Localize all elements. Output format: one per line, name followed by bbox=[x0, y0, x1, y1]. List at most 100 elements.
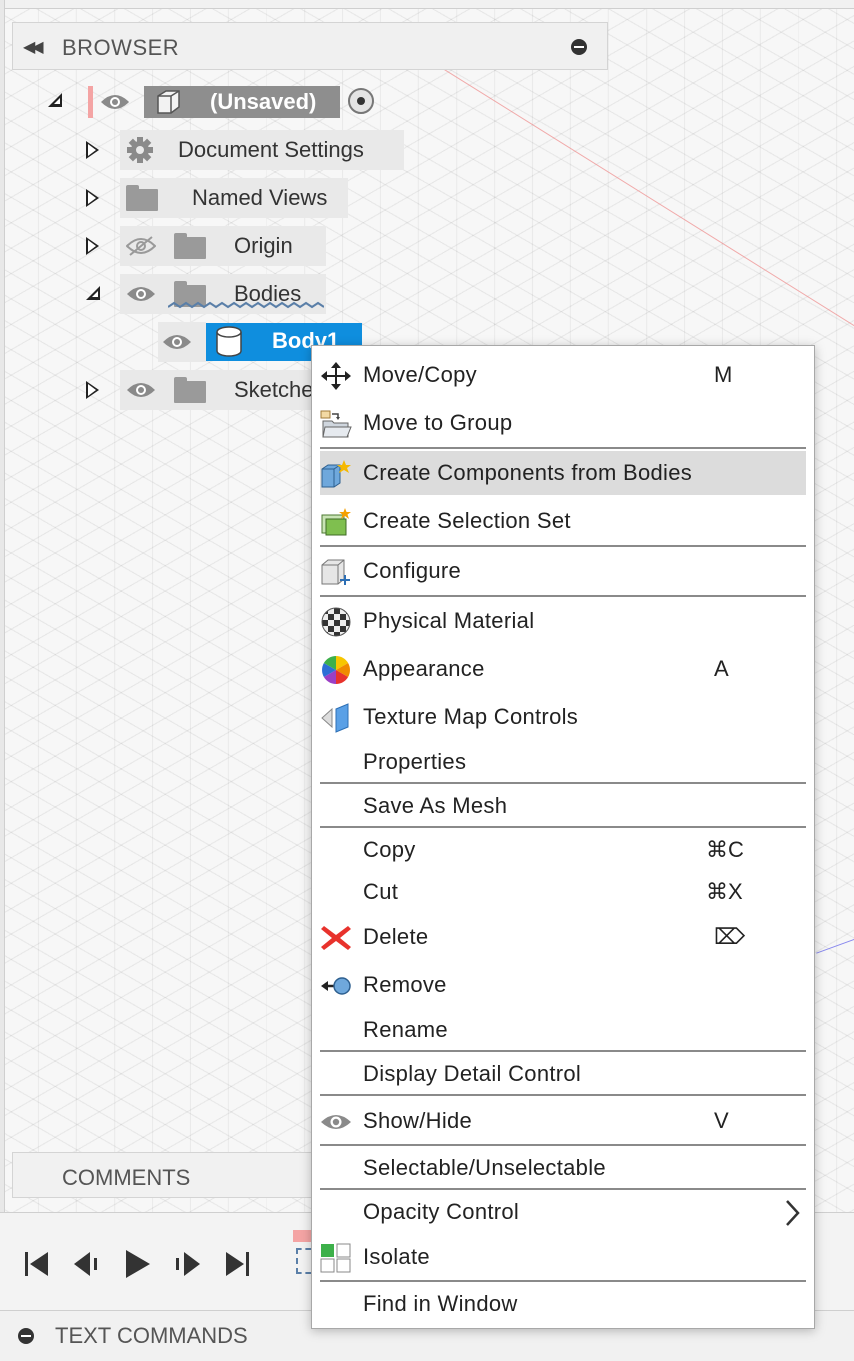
create-component-icon bbox=[321, 460, 351, 488]
menu-label: Properties bbox=[363, 749, 467, 774]
delete-x-icon bbox=[321, 926, 351, 950]
tree-label: Origin bbox=[234, 233, 293, 258]
eye-icon[interactable] bbox=[100, 92, 130, 112]
chevron-right-icon bbox=[786, 1200, 800, 1226]
menu-label: Rename bbox=[363, 1017, 448, 1042]
menu-item-opacity-control[interactable]: Opacity Control bbox=[320, 1190, 806, 1234]
menu-item-copy[interactable]: Copy ⌘C bbox=[320, 828, 806, 872]
folder-icon bbox=[174, 233, 206, 259]
selection-set-icon bbox=[321, 508, 351, 536]
menu-label: Selectable/Unselectable bbox=[363, 1155, 606, 1180]
menu-shortcut: M bbox=[714, 362, 733, 387]
menu-item-save-as-mesh[interactable]: Save As Mesh bbox=[320, 784, 806, 828]
menu-item-delete[interactable]: Delete ⌦ bbox=[320, 915, 806, 959]
menu-item-move-copy[interactable]: Move/Copy M bbox=[320, 353, 806, 397]
active-indicator bbox=[88, 86, 93, 118]
menu-shortcut: A bbox=[714, 656, 729, 681]
menu-item-isolate[interactable]: Isolate bbox=[320, 1235, 806, 1279]
minimize-panel-icon[interactable] bbox=[571, 39, 587, 55]
menu-item-appearance[interactable]: Appearance A bbox=[320, 647, 806, 691]
expand-bodies-icon[interactable] bbox=[86, 286, 100, 300]
menu-label: Move/Copy bbox=[363, 362, 477, 387]
menu-separator bbox=[320, 545, 806, 547]
tree-item-named-views[interactable]: Named Views bbox=[120, 178, 348, 218]
activate-radio[interactable] bbox=[348, 88, 374, 114]
play-icon[interactable] bbox=[124, 1248, 152, 1280]
color-wheel-icon bbox=[322, 656, 350, 684]
menu-separator bbox=[320, 1094, 806, 1096]
browser-header[interactable]: ◀◀ BROWSER bbox=[12, 22, 608, 70]
expand-document-settings-icon[interactable] bbox=[86, 141, 99, 159]
eye-icon[interactable] bbox=[126, 380, 156, 400]
menu-label: Isolate bbox=[363, 1244, 430, 1269]
material-checker-icon bbox=[321, 607, 351, 637]
menu-shortcut: V bbox=[714, 1108, 729, 1133]
menu-label: Configure bbox=[363, 558, 462, 583]
tree-item-sketches[interactable]: Sketche bbox=[120, 370, 316, 410]
context-menu: Move/Copy M Move to Group Create Compone… bbox=[311, 345, 815, 1329]
drop-target-indicator bbox=[168, 301, 324, 309]
tree-label: Sketche bbox=[234, 377, 314, 402]
step-forward-icon[interactable] bbox=[172, 1250, 202, 1278]
menu-shortcut: ⌘C bbox=[706, 837, 744, 862]
timeline-feature[interactable] bbox=[296, 1248, 311, 1274]
menu-item-show-hide[interactable]: Show/Hide V bbox=[320, 1099, 806, 1143]
menu-item-configure[interactable]: Configure bbox=[320, 549, 806, 593]
menu-item-move-to-group[interactable]: Move to Group bbox=[320, 401, 806, 445]
move-arrows-icon bbox=[321, 362, 351, 390]
go-to-end-icon[interactable] bbox=[224, 1250, 250, 1278]
text-commands-label: TEXT COMMANDS bbox=[55, 1323, 248, 1348]
expand-origin-icon[interactable] bbox=[86, 237, 99, 255]
configure-icon bbox=[321, 559, 350, 585]
menu-label: Physical Material bbox=[363, 608, 535, 633]
x-axis-line bbox=[429, 60, 854, 358]
menu-item-rename[interactable]: Rename bbox=[320, 1008, 806, 1052]
menu-item-create-components-from-bodies[interactable]: Create Components from Bodies bbox=[320, 451, 806, 495]
menu-label: Appearance bbox=[363, 656, 485, 681]
menu-item-physical-material[interactable]: Physical Material bbox=[320, 599, 806, 643]
menu-item-texture-map-controls[interactable]: Texture Map Controls bbox=[320, 695, 806, 739]
menu-item-display-detail-control[interactable]: Display Detail Control bbox=[320, 1052, 806, 1096]
tree-label: Document Settings bbox=[178, 137, 364, 162]
menu-label: Find in Window bbox=[363, 1291, 518, 1316]
eye-icon bbox=[321, 1115, 351, 1129]
expand-root-icon[interactable] bbox=[48, 93, 62, 107]
remove-arrow-icon bbox=[321, 977, 351, 995]
menu-item-selectable-unselectable[interactable]: Selectable/Unselectable bbox=[320, 1146, 806, 1190]
eye-icon[interactable] bbox=[162, 332, 192, 352]
menu-label: Delete bbox=[363, 924, 429, 949]
menu-separator bbox=[320, 447, 806, 449]
comments-label: COMMENTS bbox=[62, 1165, 191, 1190]
component-icon bbox=[157, 90, 180, 114]
collapse-panel-icon[interactable]: ◀◀ bbox=[23, 37, 44, 57]
menu-item-remove[interactable]: Remove bbox=[320, 963, 806, 1007]
comments-panel[interactable]: COMMENTS bbox=[12, 1152, 312, 1198]
go-to-start-icon[interactable] bbox=[24, 1250, 50, 1278]
gear-icon bbox=[127, 137, 153, 163]
eye-hidden-icon[interactable] bbox=[125, 236, 157, 256]
menu-item-find-in-window[interactable]: Find in Window bbox=[320, 1282, 806, 1326]
texture-map-icon bbox=[321, 703, 349, 733]
menu-label: Copy bbox=[363, 837, 416, 862]
menu-item-properties[interactable]: Properties bbox=[320, 740, 806, 784]
z-axis-line bbox=[816, 937, 854, 954]
expand-named-views-icon[interactable] bbox=[86, 189, 99, 207]
minimize-text-commands-icon[interactable] bbox=[18, 1328, 34, 1344]
menu-label: Save As Mesh bbox=[363, 793, 508, 818]
body1-visibility[interactable] bbox=[158, 322, 206, 362]
menu-label: Show/Hide bbox=[363, 1108, 473, 1133]
tree-item-origin[interactable]: Origin bbox=[120, 226, 326, 266]
expand-sketches-icon[interactable] bbox=[86, 381, 99, 399]
root-label: (Unsaved) bbox=[210, 89, 317, 114]
root-component[interactable]: (Unsaved) bbox=[144, 86, 340, 118]
window-top-edge bbox=[0, 0, 854, 9]
tree-label: Named Views bbox=[192, 185, 328, 210]
menu-item-cut[interactable]: Cut ⌘X bbox=[320, 870, 806, 914]
menu-label: Display Detail Control bbox=[363, 1061, 582, 1086]
eye-icon[interactable] bbox=[126, 284, 156, 304]
menu-item-create-selection-set[interactable]: Create Selection Set bbox=[320, 499, 806, 543]
step-back-icon[interactable] bbox=[72, 1250, 102, 1278]
menu-label: Texture Map Controls bbox=[363, 704, 579, 729]
timeline-marker[interactable] bbox=[293, 1230, 311, 1242]
tree-item-document-settings[interactable]: Document Settings bbox=[120, 130, 404, 170]
